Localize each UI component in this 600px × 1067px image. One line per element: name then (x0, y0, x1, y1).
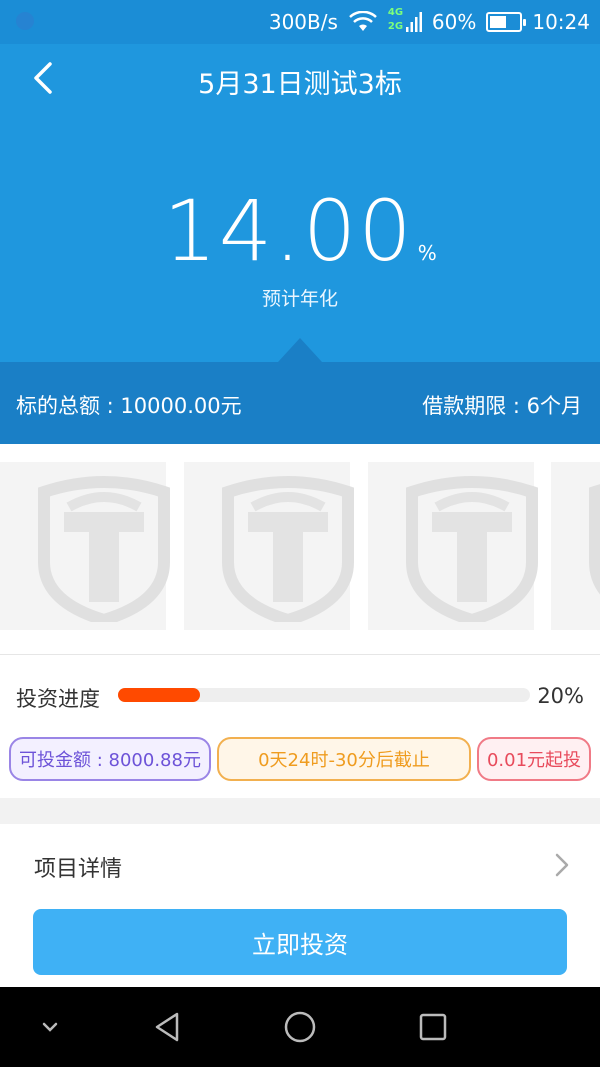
status-indicators: 300B/s 4G 2G 60% 10:24 (268, 7, 590, 36)
square-recent-icon[interactable] (415, 1009, 451, 1045)
network-2g-label: 2G (387, 21, 404, 32)
network-speed: 300B/s (268, 10, 338, 34)
gallery-image[interactable] (551, 462, 600, 630)
gallery-image[interactable] (368, 462, 538, 630)
annual-rate-value: 14.00 (163, 182, 414, 280)
wifi-icon (348, 10, 378, 33)
section-gap (0, 798, 600, 824)
notification-icon (16, 12, 34, 30)
invest-now-button[interactable]: 立即投资 (33, 909, 567, 975)
clock: 10:24 (532, 10, 590, 34)
shield-logo-icon (406, 476, 538, 622)
progress-fill (118, 688, 201, 702)
signal-icon: 4G 2G (387, 7, 422, 35)
loan-term: 借款期限 : 6个月 (422, 394, 582, 418)
page-title: 5月31日测试3标 (198, 69, 402, 100)
gallery-image[interactable] (0, 462, 170, 630)
chevron-down-icon[interactable] (32, 1009, 68, 1045)
progress-label: 投资进度 (16, 687, 100, 711)
annual-rate-label: 预计年化 (261, 288, 338, 310)
divider (0, 654, 600, 655)
gallery-image[interactable] (184, 462, 354, 630)
progress-bar (118, 688, 530, 702)
project-detail-row[interactable]: 项目详情 (0, 824, 600, 906)
shield-logo-icon (38, 476, 170, 622)
project-detail-label: 项目详情 (34, 857, 123, 882)
deadline-badge: 0天24时-30分后截止 (217, 737, 471, 781)
status-bar: 300B/s 4G 2G 60% 10:24 (0, 0, 600, 44)
chevron-right-icon (555, 853, 569, 877)
total-amount: 标的总额 : 10000.00元 (16, 394, 242, 418)
progress-percent: 20% (537, 684, 584, 708)
network-4g-label: 4G (387, 7, 404, 18)
min-invest-badge: 0.01元起投 (477, 737, 591, 781)
available-amount-badge: 可投金额 : 8000.88元 (9, 737, 211, 781)
hero-header: 5月31日测试3标 14.00% 预计年化 (0, 44, 600, 362)
circle-home-icon[interactable] (282, 1009, 318, 1045)
shield-logo-icon (222, 476, 354, 622)
system-nav-bar (0, 987, 600, 1067)
pointer-notch (278, 338, 322, 362)
triangle-back-icon[interactable] (150, 1009, 186, 1045)
annual-rate: 14.00% (0, 182, 600, 280)
battery-percent: 60% (431, 10, 477, 34)
battery-icon (486, 12, 527, 32)
shield-logo-icon (589, 484, 600, 594)
loan-info-bar: 标的总额 : 10000.00元 借款期限 : 6个月 (0, 362, 600, 444)
image-gallery[interactable] (0, 462, 600, 630)
annual-rate-unit: % (417, 241, 437, 265)
